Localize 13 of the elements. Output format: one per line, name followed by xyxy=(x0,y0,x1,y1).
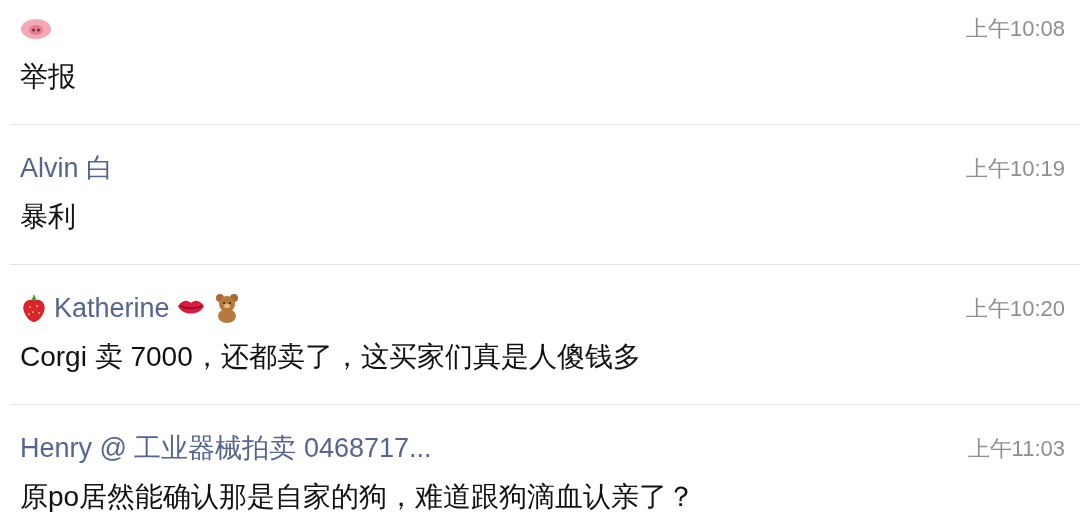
message-time: 上午10:20 xyxy=(965,295,1065,323)
message-text: 暴利 xyxy=(20,200,76,234)
sender-name: Henry @ 工业器械拍卖 0468717... xyxy=(20,431,432,465)
sender-name: Katherine xyxy=(54,291,170,325)
message-text: 原po居然能确认那是自家的狗，难道跟狗滴血认亲了？ xyxy=(20,480,696,514)
message-time: 上午10:08 xyxy=(965,15,1065,43)
message-text: Corgi 卖 7000，还都卖了，这买家们真是人傻钱多 xyxy=(20,340,641,374)
pig-face-icon xyxy=(20,16,52,40)
message-time: 上午11:03 xyxy=(967,435,1065,463)
message-time: 上午10:19 xyxy=(965,155,1065,183)
message-text: 举报 xyxy=(20,60,76,94)
sender-name: Alvin 白 xyxy=(20,151,114,185)
strawberry-icon xyxy=(20,293,48,323)
